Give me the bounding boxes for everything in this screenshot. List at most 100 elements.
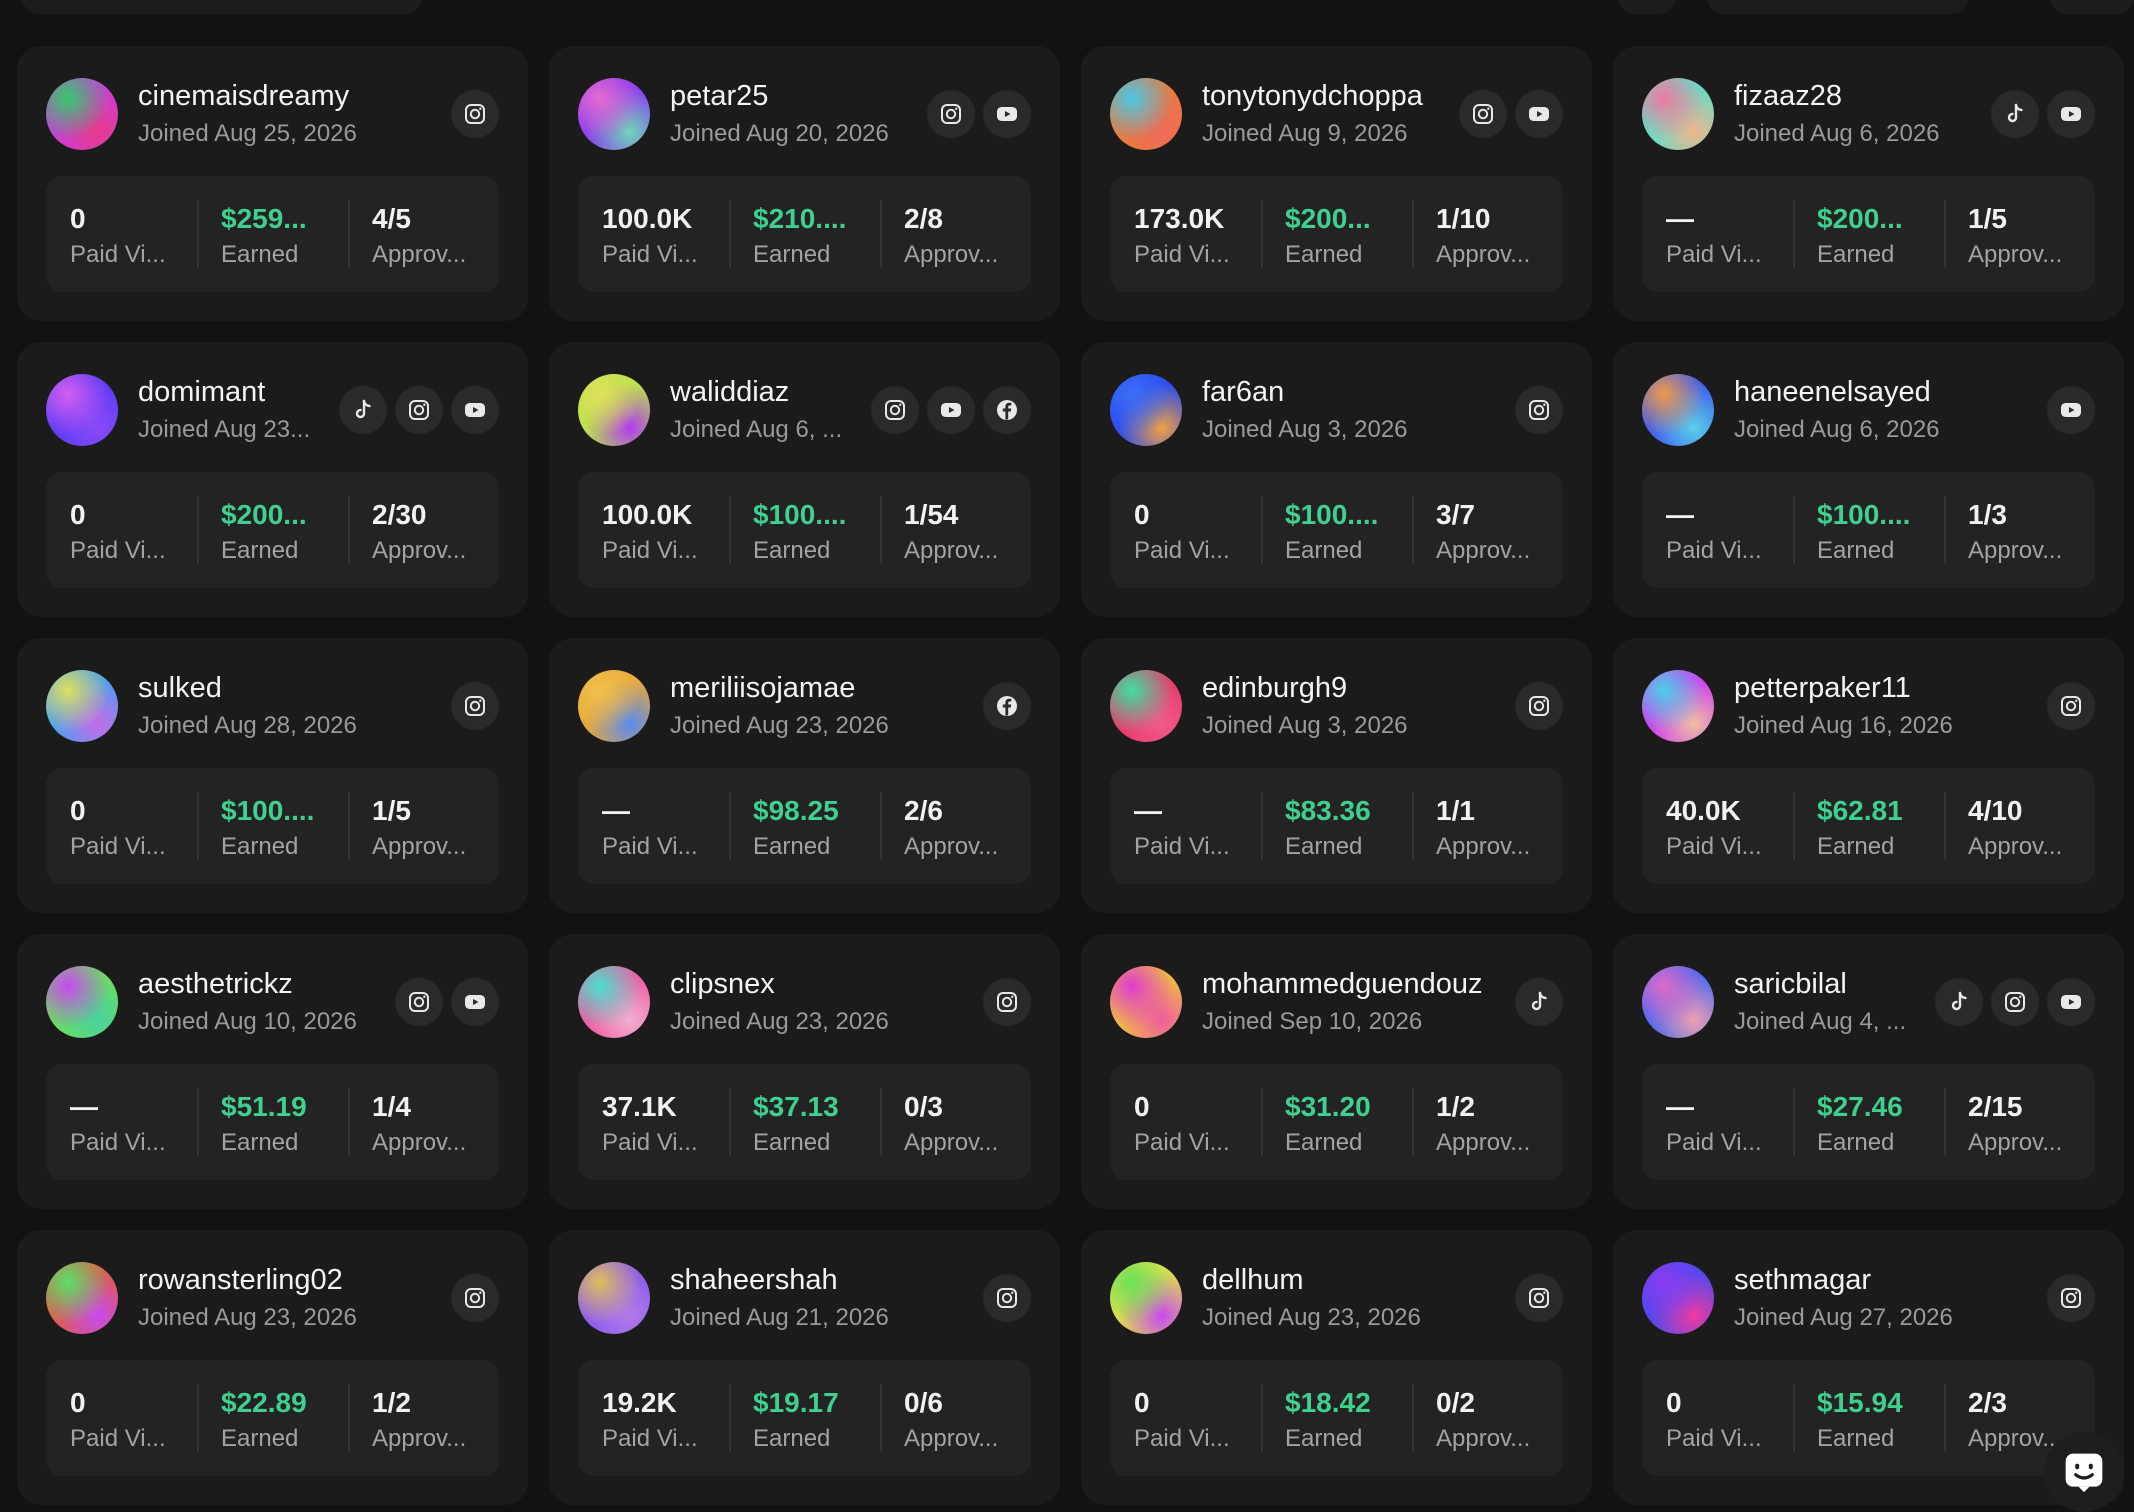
creator-username[interactable]: sethmagar	[1734, 1262, 1871, 1298]
avatar[interactable]	[578, 670, 650, 742]
creator-card[interactable]: tonytonydchoppa Joined Aug 9, 2026 173.0…	[1081, 46, 1592, 321]
creator-username[interactable]: haneenelsayed	[1734, 374, 1931, 410]
creator-username[interactable]: cinemaisdreamy	[138, 78, 349, 114]
creator-card[interactable]: edinburgh9 Joined Aug 3, 2026 — Paid Vi.…	[1081, 638, 1592, 913]
instagram-link-button[interactable]	[2047, 1274, 2095, 1322]
youtube-link-button[interactable]	[2047, 90, 2095, 138]
creator-card[interactable]: sulked Joined Aug 28, 2026 0 Paid Vi... …	[17, 638, 528, 913]
avatar[interactable]	[1642, 1262, 1714, 1334]
top-control[interactable]	[1618, 0, 1676, 14]
creator-card[interactable]: petar25 Joined Aug 20, 2026 100.0K Paid …	[549, 46, 1060, 321]
creator-card[interactable]: clipsnex Joined Aug 23, 2026 37.1K Paid …	[549, 934, 1060, 1209]
avatar[interactable]	[46, 374, 118, 446]
avatar[interactable]	[578, 374, 650, 446]
creator-card[interactable]: far6an Joined Aug 3, 2026 0 Paid Vi... $…	[1081, 342, 1592, 617]
top-control[interactable]	[22, 0, 422, 14]
top-control[interactable]	[2050, 0, 2134, 14]
youtube-link-button[interactable]	[2047, 978, 2095, 1026]
creator-username[interactable]: petar25	[670, 78, 768, 114]
avatar[interactable]	[1642, 78, 1714, 150]
instagram-link-button[interactable]	[395, 978, 443, 1026]
creator-card[interactable]: cinemaisdreamy Joined Aug 25, 2026 0 Pai…	[17, 46, 528, 321]
instagram-link-button[interactable]	[983, 978, 1031, 1026]
instagram-link-button[interactable]	[1459, 90, 1507, 138]
creator-card[interactable]: rowansterling02 Joined Aug 23, 2026 0 Pa…	[17, 1230, 528, 1505]
stats-panel: 0 Paid Vi... $100.... Earned 1/5 Approv.…	[46, 768, 499, 884]
instagram-link-button[interactable]	[395, 386, 443, 434]
creator-username[interactable]: aesthetrickz	[138, 966, 293, 1002]
creator-username[interactable]: shaheershah	[670, 1262, 838, 1298]
youtube-link-button[interactable]	[1515, 90, 1563, 138]
instagram-link-button[interactable]	[871, 386, 919, 434]
creator-username[interactable]: meriliisojamae	[670, 670, 855, 706]
instagram-icon	[2005, 992, 2025, 1012]
youtube-link-button[interactable]	[451, 978, 499, 1026]
tiktok-link-button[interactable]	[339, 386, 387, 434]
facebook-link-button[interactable]	[983, 386, 1031, 434]
tiktok-link-button[interactable]	[1991, 90, 2039, 138]
avatar[interactable]	[1110, 1262, 1182, 1334]
instagram-link-button[interactable]	[451, 682, 499, 730]
avatar[interactable]	[578, 966, 650, 1038]
chat-button[interactable]	[2044, 1432, 2124, 1512]
creator-username[interactable]: tonytonydchoppa	[1202, 78, 1423, 114]
avatar[interactable]	[1642, 966, 1714, 1038]
earned-label: Earned	[1285, 537, 1363, 564]
creator-username[interactable]: dellhum	[1202, 1262, 1304, 1298]
avatar[interactable]	[1110, 78, 1182, 150]
avatar[interactable]	[46, 670, 118, 742]
avatar[interactable]	[1110, 966, 1182, 1038]
creator-card[interactable]: mohammedguendouz Joined Sep 10, 2026 0 P…	[1081, 934, 1592, 1209]
creator-username[interactable]: domimant	[138, 374, 265, 410]
avatar[interactable]	[578, 1262, 650, 1334]
avatar[interactable]	[1110, 670, 1182, 742]
tiktok-link-button[interactable]	[1935, 978, 1983, 1026]
instagram-link-button[interactable]	[451, 1274, 499, 1322]
instagram-icon	[941, 104, 961, 124]
creator-username[interactable]: clipsnex	[670, 966, 775, 1002]
instagram-link-button[interactable]	[1991, 978, 2039, 1026]
creator-username[interactable]: rowansterling02	[138, 1262, 343, 1298]
instagram-link-button[interactable]	[927, 90, 975, 138]
creator-username[interactable]: waliddiaz	[670, 374, 789, 410]
creator-username[interactable]: edinburgh9	[1202, 670, 1347, 706]
creator-card[interactable]: aesthetrickz Joined Aug 10, 2026 — Paid …	[17, 934, 528, 1209]
creator-username[interactable]: saricbilal	[1734, 966, 1847, 1002]
creator-card[interactable]: domimant Joined Aug 23... 0 Paid Vi... $…	[17, 342, 528, 617]
creator-card[interactable]: saricbilal Joined Aug 4, ... — Paid Vi..…	[1613, 934, 2124, 1209]
creator-username[interactable]: petterpaker11	[1734, 670, 1911, 706]
avatar[interactable]	[1642, 374, 1714, 446]
top-control[interactable]	[1707, 0, 1969, 14]
instagram-link-button[interactable]	[983, 1274, 1031, 1322]
creator-card[interactable]: petterpaker11 Joined Aug 16, 2026 40.0K …	[1613, 638, 2124, 913]
avatar[interactable]	[1642, 670, 1714, 742]
creator-card[interactable]: waliddiaz Joined Aug 6, ... 100.0K Paid …	[549, 342, 1060, 617]
tiktok-link-button[interactable]	[1515, 978, 1563, 1026]
avatar[interactable]	[46, 966, 118, 1038]
youtube-link-button[interactable]	[451, 386, 499, 434]
instagram-link-button[interactable]	[2047, 682, 2095, 730]
avatar[interactable]	[1110, 374, 1182, 446]
youtube-link-button[interactable]	[2047, 386, 2095, 434]
creator-card[interactable]: shaheershah Joined Aug 21, 2026 19.2K Pa…	[549, 1230, 1060, 1505]
creator-username[interactable]: far6an	[1202, 374, 1284, 410]
creator-username[interactable]: fizaaz28	[1734, 78, 1842, 114]
avatar[interactable]	[578, 78, 650, 150]
creator-username[interactable]: mohammedguendouz	[1202, 966, 1483, 1002]
creator-card[interactable]: meriliisojamae Joined Aug 23, 2026 — Pai…	[549, 638, 1060, 913]
youtube-link-button[interactable]	[983, 90, 1031, 138]
avatar[interactable]	[46, 1262, 118, 1334]
facebook-link-button[interactable]	[983, 682, 1031, 730]
instagram-icon	[409, 992, 429, 1012]
instagram-link-button[interactable]	[451, 90, 499, 138]
creator-card[interactable]: haneenelsayed Joined Aug 6, 2026 — Paid …	[1613, 342, 2124, 617]
youtube-link-button[interactable]	[927, 386, 975, 434]
creator-card[interactable]: fizaaz28 Joined Aug 6, 2026 — Paid Vi...…	[1613, 46, 2124, 321]
instagram-link-button[interactable]	[1515, 682, 1563, 730]
avatar[interactable]	[46, 78, 118, 150]
instagram-link-button[interactable]	[1515, 1274, 1563, 1322]
creator-username[interactable]: sulked	[138, 670, 222, 706]
instagram-link-button[interactable]	[1515, 386, 1563, 434]
social-links	[339, 386, 499, 434]
creator-card[interactable]: dellhum Joined Aug 23, 2026 0 Paid Vi...…	[1081, 1230, 1592, 1505]
